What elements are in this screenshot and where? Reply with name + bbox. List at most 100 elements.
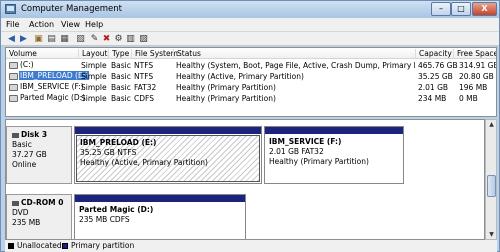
help-icon[interactable]: ▦ (59, 34, 70, 44)
partition-ibm-service[interactable]: IBM_SERVICE (F:) 2.01 GB FAT32 Healthy (… (264, 126, 404, 184)
column-header-status[interactable]: Status (173, 49, 201, 59)
scroll-down-icon[interactable]: ▼ (487, 230, 496, 239)
minimize-button[interactable]: – (431, 2, 451, 16)
partition-size-fs: 35.25 GB NTFS (80, 148, 137, 157)
toolbar: ◀ ▶ ▣ ▤ ▦ ▧ ✎ ✖ ⚙ ▥ ▨ (1, 32, 499, 46)
partition-name: IBM_SERVICE (F:) (269, 137, 342, 146)
volume-type: Basic (111, 72, 131, 81)
volume-list-header: Volume Layout Type File System Status Ca… (6, 48, 496, 59)
legend-unallocated: Unallocated (17, 241, 62, 250)
refresh-icon[interactable]: ▧ (75, 34, 86, 44)
volume-layout: Simple (81, 61, 107, 70)
volume-status: Healthy (Active, Primary Partition) (176, 72, 304, 81)
disk-kind: Basic (12, 140, 32, 149)
menu-help[interactable]: Help (85, 20, 103, 29)
disk-icon (12, 132, 19, 138)
volume-type: Basic (111, 61, 131, 70)
column-header-volume[interactable]: Volume (6, 49, 37, 59)
disk-kind: DVD (12, 208, 29, 217)
disk-map: Disk 3 Basic 37.27 GB Online IBM_PRELOAD… (5, 119, 485, 240)
volume-name: IBM_SERVICE (F:) (20, 82, 84, 91)
computer-management-window: Computer Management – □ X File Action Vi… (0, 0, 500, 252)
partition-status: Healthy (Active, Primary Partition) (80, 158, 208, 167)
partition-body: IBM_PRELOAD (E:) 35.25 GB NTFS Healthy (… (76, 135, 260, 182)
volume-capacity: 465.76 GB (418, 61, 458, 70)
partition-bar (75, 195, 245, 202)
disk-status: Online (12, 160, 37, 169)
column-header-capacity[interactable]: Capacity (415, 49, 452, 59)
scroll-up-icon[interactable]: ▲ (487, 120, 496, 129)
volume-file-system: FAT32 (134, 83, 157, 92)
legend: Unallocated Primary partition (5, 240, 497, 252)
partition-ibm-preload[interactable]: IBM_PRELOAD (E:) 35.25 GB NTFS Healthy (… (74, 126, 262, 184)
unallocated-swatch (8, 243, 14, 249)
volume-icon (9, 62, 18, 69)
volume-status: Healthy (System, Boot, Page File, Active… (176, 61, 415, 70)
delete-icon[interactable]: ✖ (101, 34, 112, 44)
volume-layout: Simple (81, 83, 107, 92)
volume-type: Basic (111, 83, 131, 92)
volume-capacity: 35.25 GB (418, 72, 453, 81)
menu-bar: File Action View Help (1, 18, 499, 32)
menu-view[interactable]: View (61, 20, 80, 29)
column-header-free-space[interactable]: Free Space (453, 49, 496, 59)
volume-free-space: 314.91 GB (459, 61, 497, 70)
settings-icon[interactable]: ⚙ (113, 34, 124, 44)
partition-bar (75, 127, 261, 134)
volume-row[interactable]: IBM_SERVICE (F:) Simple Basic FAT32 Heal… (6, 82, 496, 93)
volume-name: Parted Magic (D:) (20, 93, 86, 102)
scroll-thumb[interactable] (487, 175, 496, 197)
volume-status: Healthy (Primary Partition) (176, 94, 276, 103)
volume-file-system: NTFS (134, 61, 154, 70)
volume-file-system: CDFS (134, 94, 154, 103)
disk-name: CD-ROM 0 (21, 198, 64, 207)
volume-row[interactable]: Parted Magic (D:) Simple Basic CDFS Heal… (6, 93, 496, 104)
title-bar[interactable]: Computer Management – □ X (1, 1, 499, 18)
volume-row[interactable]: (C:) Simple Basic NTFS Healthy (System, … (6, 60, 496, 71)
menu-file[interactable]: File (6, 20, 19, 29)
menu-action[interactable]: Action (29, 20, 54, 29)
volume-free-space: 196 MB (459, 83, 488, 92)
computer-management-icon (5, 4, 16, 14)
column-header-type[interactable]: Type (108, 49, 129, 59)
partition-body: Parted Magic (D:) 235 MB CDFS (76, 203, 244, 239)
volume-icon (9, 84, 18, 91)
cd-rom-0-label[interactable]: CD-ROM 0 DVD 235 MB (6, 194, 72, 239)
partition-body: IBM_SERVICE (F:) 2.01 GB FAT32 Healthy (… (266, 135, 402, 182)
volume-capacity: 234 MB (418, 94, 447, 103)
volume-capacity: 2.01 GB (418, 83, 449, 92)
disk-3-label[interactable]: Disk 3 Basic 37.27 GB Online (6, 126, 72, 184)
close-button[interactable]: X (472, 2, 497, 16)
column-header-layout[interactable]: Layout (78, 49, 108, 59)
partition-parted-magic[interactable]: Parted Magic (D:) 235 MB CDFS (74, 194, 246, 239)
up-icon[interactable]: ▣ (33, 34, 44, 44)
partition-bar (265, 127, 403, 134)
volume-row[interactable]: IBM_PRELOAD (E:) Simple Basic NTFS Healt… (6, 71, 496, 82)
legend-primary-partition: Primary partition (71, 241, 135, 250)
cd-drive-icon (9, 95, 18, 102)
partition-size-fs: 235 MB CDFS (79, 215, 130, 224)
window-title: Computer Management (21, 4, 122, 14)
back-icon[interactable]: ◀ (6, 34, 17, 44)
primary-partition-swatch (62, 243, 68, 249)
forward-icon[interactable]: ▶ (18, 34, 29, 44)
properties-sheet-icon[interactable]: ▨ (138, 34, 149, 44)
volume-type: Basic (111, 94, 131, 103)
volume-status: Healthy (Primary Partition) (176, 83, 276, 92)
properties-icon[interactable]: ▤ (46, 34, 57, 44)
maximize-button[interactable]: □ (451, 2, 471, 16)
volume-layout: Simple (81, 94, 107, 103)
partition-size-fs: 2.01 GB FAT32 (269, 147, 324, 156)
volume-name: (C:) (20, 60, 34, 69)
partition-name: IBM_PRELOAD (E:) (80, 138, 157, 147)
volume-layout: Simple (81, 72, 107, 81)
tasks-icon[interactable]: ▥ (125, 34, 136, 44)
disk-name: Disk 3 (21, 130, 48, 139)
disk-map-scrollbar[interactable]: ▲ ▼ (485, 119, 497, 240)
volume-icon (9, 73, 18, 80)
disk-size: 37.27 GB (12, 150, 47, 159)
column-header-file-system[interactable]: File System (131, 49, 178, 59)
export-icon[interactable]: ✎ (89, 34, 100, 44)
cd-rom-icon (12, 200, 19, 206)
partition-status: Healthy (Primary Partition) (269, 157, 369, 166)
